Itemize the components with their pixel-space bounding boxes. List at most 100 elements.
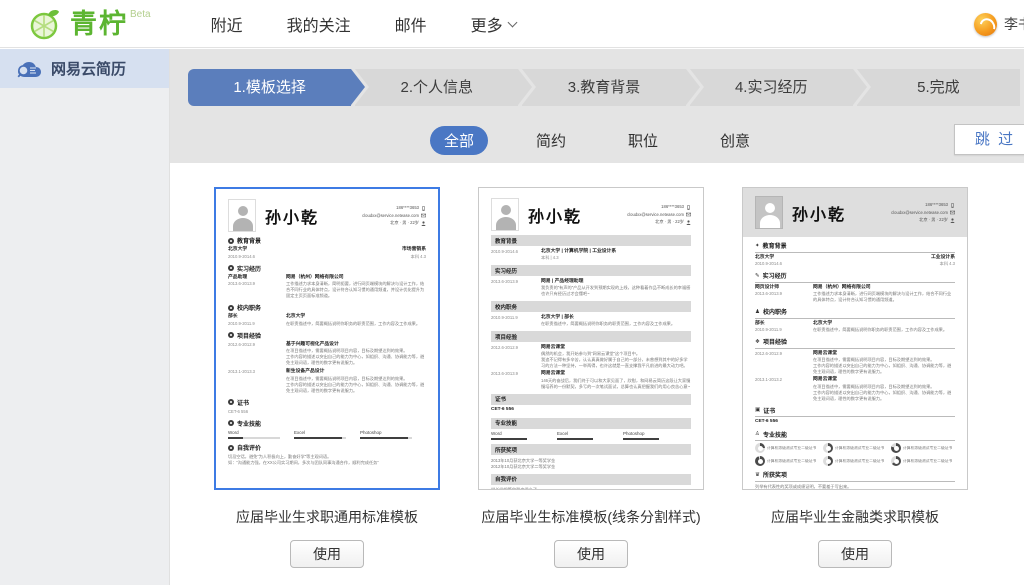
intern-desc: 工作描述力求本身清晰，简明扼要，进行网页端模块的解决与设计工作，结合不同行业的具…	[286, 281, 426, 299]
resume2-intern-title: 实习经历	[491, 265, 691, 276]
section-title: 教育背景	[237, 236, 261, 245]
education-icon	[228, 238, 234, 244]
nav-item-more[interactable]: 更多	[471, 12, 516, 36]
tab-creative[interactable]: 创意	[706, 126, 764, 155]
avatar-placeholder	[491, 198, 519, 231]
template-card-line-style[interactable]: 孙小乾 186****3653 cloudxx@service.netease.…	[478, 187, 704, 490]
resume1-cert-section: 证书 CET-6 556	[228, 398, 426, 415]
internship-icon: ✎	[755, 273, 760, 279]
intern-line: 我负责的“有声的”产品从开发到预期实现的上线，这种看着作品不断成长的幸福感也许只…	[541, 285, 691, 297]
skill-rings: 计算机等级测试专业二级证书 计算机等级测试专业二级证书 计算机等级测试专业二级证…	[755, 443, 955, 466]
skill-ring-chart	[891, 443, 901, 453]
resume3-header: 孙小乾 186****3653 cloudxx@service.netease.…	[743, 188, 967, 237]
template-column-2: 孙小乾 186****3653 cloudxx@service.netease.…	[478, 187, 704, 585]
logo[interactable]: 青柠 Beta	[28, 7, 151, 41]
wizard-step-1-template[interactable]: 1.模板选择	[188, 69, 351, 106]
resume2-campus-title: 校内职务	[491, 301, 691, 312]
section-title: 校内职务	[237, 303, 261, 312]
resume2-project-title: 项目经验	[491, 331, 691, 342]
project-date: 2012.6-2012.9	[755, 351, 807, 357]
project-desc: 工作内容的描述以突出自己的能力为中心，如组织、沟通、协调能力等，避免主观词语，理…	[286, 382, 426, 394]
campus-date: 2010.9-2011.9	[755, 327, 807, 333]
project-date: 2013.6-2013.9	[491, 371, 535, 390]
project-date: 2013.1-2013.3	[228, 369, 280, 375]
skip-button[interactable]: 跳 过	[954, 124, 1024, 155]
ring-label: 计算机等级测试专业二级证书	[835, 459, 884, 464]
sidebar-item-cloud-resume[interactable]: 网易云简历	[0, 49, 169, 88]
main-nav: 附近 我的关注 邮件 更多	[211, 12, 516, 36]
self-eval-icon	[228, 445, 234, 451]
nav-item-more-label: 更多	[471, 12, 503, 36]
use-template-button[interactable]: 使用	[290, 540, 364, 568]
resume1-header: 孙小乾 186****3653 cloudxx@service.netease.…	[228, 199, 426, 232]
ring-label: 计算机等级测试专业二级证书	[903, 446, 952, 451]
nav-item-following[interactable]: 我的关注	[287, 12, 351, 36]
skill-name: Word	[491, 431, 543, 436]
resume1-skills-section: 专业技能 Word Excel Photoshop	[228, 419, 426, 440]
resume-preview-2: 孙小乾 186****3653 cloudxx@service.netease.…	[479, 188, 703, 489]
resume1-intern-section: 实习经历 产品助理2013.6-2013.9 网易（杭州）网络有限公司工作描述力…	[228, 264, 426, 300]
skill-bar	[360, 437, 412, 440]
project-line: 146天的奋战后，我们终于可以和大家见面了，欣慰，和网易云简历这段让大家慢慢培养…	[541, 378, 691, 390]
project-desc: 工作内容的描述以突出自己的能力为中心，如组织、沟通、协调能力等，避免主观词语，理…	[813, 390, 955, 402]
resume-preview-3: 孙小乾 186****3653 cloudxx@service.netease.…	[743, 188, 967, 489]
wizard-step-2-personal[interactable]: 2.个人信息	[355, 69, 518, 106]
campus-desc: 在职责描述中，简要概括说明你职务的职责范围，工作内容及工作成果。	[813, 327, 955, 333]
skill-name: Photoshop	[623, 431, 675, 436]
award-line: 2012年10月获北京大学二等奖学金	[491, 464, 691, 470]
section-title: 证书	[237, 398, 249, 407]
user-account[interactable]: 李书	[974, 0, 1024, 48]
tab-position[interactable]: 职位	[614, 126, 672, 155]
user-name: 李书	[1004, 14, 1024, 34]
use-template-button[interactable]: 使用	[818, 540, 892, 568]
resume-preview-1: 孙小乾 186****3653 cloudxx@service.netease.…	[216, 189, 438, 488]
use-template-button[interactable]: 使用	[554, 540, 628, 568]
resume3-cert-section: ▣证书 CET-6 556	[755, 406, 955, 426]
mail-icon	[421, 213, 426, 218]
tab-simple[interactable]: 简约	[522, 126, 580, 155]
section-title: 自我评价	[237, 443, 261, 452]
campus-desc: 在职责描述中，简要概括说明你职务的职责范围，工作内容及工作成果。	[286, 321, 426, 327]
section-title: 教育背景	[763, 241, 787, 250]
campus-role-icon: ♟	[755, 309, 760, 315]
intern-date: 2013.6-2013.9	[755, 291, 807, 297]
skill-bar	[557, 438, 593, 440]
section-title: 证书	[763, 406, 775, 415]
skill-name: Word	[228, 430, 280, 435]
resume-email: cloudxx@service.netease.com	[627, 211, 684, 219]
skill-bar	[228, 437, 280, 440]
wizard-step-5-finish[interactable]: 5.完成	[857, 69, 1020, 106]
resume2-selfeval-title: 自我评价	[491, 474, 691, 485]
section-title: 项目经验	[763, 337, 787, 346]
template-card-standard[interactable]: 孙小乾 186****3653 cloudxx@service.netease.…	[214, 187, 440, 490]
selfeval-line: 学长学姐等你到来很久了~	[491, 487, 691, 489]
resume3-campus-section: ♟校内职务 部长2010.9-2011.9 北京大学在职责描述中，简要概括说明你…	[755, 307, 955, 333]
resume2-education-title: 教育背景	[491, 235, 691, 246]
internship-icon	[228, 265, 234, 271]
resume3-skills-section: ♙专业技能 计算机等级测试专业二级证书 计算机等级测试专业二级证书 计算机等级测…	[755, 430, 955, 467]
tab-all[interactable]: 全部	[430, 126, 488, 155]
cloud-search-icon	[16, 60, 42, 78]
template-card-finance[interactable]: 孙小乾 186****3653 cloudxx@service.netease.…	[742, 187, 968, 490]
resume-email: cloudxx@service.netease.com	[362, 212, 419, 220]
resume1-campus-section: 校内职务 部长2010.9-2011.9 北京大学在职责描述中，简要概括说明你职…	[228, 303, 426, 327]
resume1-selfeval-section: 自我评价 切忌空话，避免“为人积极向上，勤奋好学”等主观词语。 如：“沟通能力强…	[228, 443, 426, 466]
skill-name: Excel	[557, 431, 609, 436]
project-line: 我追不记得有多辛苦，认认真真做好属于自己的一部分，未曾想到其中的好多学习的方法一…	[541, 357, 691, 369]
resume3-intern-section: ✎实习经历 网页设计师2013.6-2013.9 网易（杭州）网络有限公司工作描…	[755, 271, 955, 303]
person-icon	[229, 200, 255, 231]
intern-desc: 工作描述力求本身清晰，进行网页端模块的解决与设计工作，结合不同行业的具体特点，设…	[813, 291, 955, 303]
skill-name: Photoshop	[360, 430, 412, 435]
nav-item-mail[interactable]: 邮件	[395, 12, 427, 36]
person-icon	[492, 199, 518, 230]
template-caption: 应届毕业生求职通用标准模板	[236, 507, 418, 527]
wizard-step-3-education[interactable]: 3.教育背景	[522, 69, 685, 106]
resume-contacts: 186****3653 cloudxx@service.netease.com …	[362, 204, 426, 227]
education-icon: ✦	[755, 243, 760, 249]
phone-icon	[421, 206, 426, 211]
ring-label: 计算机等级测试专业二级证书	[767, 446, 816, 451]
nav-item-nearby[interactable]: 附近	[211, 12, 243, 36]
wizard-step-4-internship[interactable]: 4.实习经历	[690, 69, 853, 106]
section-title: 实习经历	[763, 271, 787, 280]
project-desc: 在项目描述中，需要概括说明项目内容，目标及期望达到的效果。	[813, 384, 955, 390]
